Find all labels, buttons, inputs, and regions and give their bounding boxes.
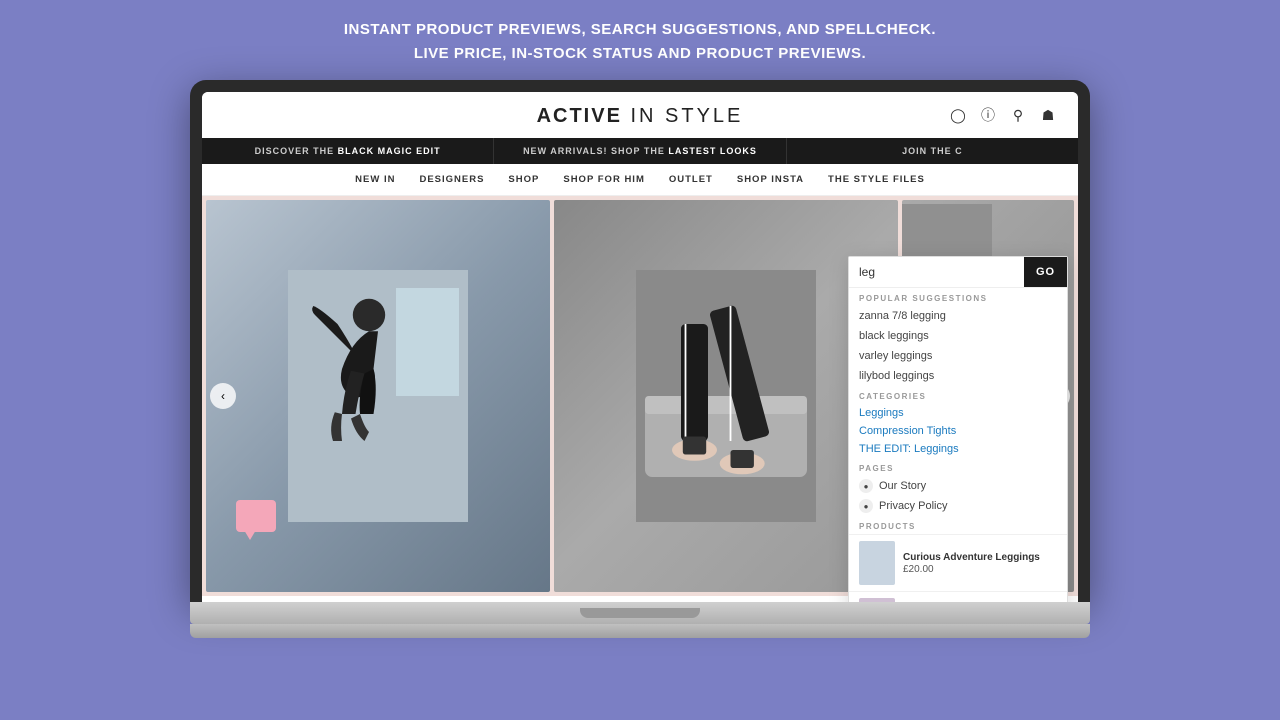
nav-designers[interactable]: DESIGNERS: [419, 174, 484, 185]
help-icon[interactable]: ⓘ: [978, 105, 998, 125]
promo-item-3[interactable]: JOIN THE C: [787, 138, 1078, 164]
page-icon-2: ●: [859, 499, 873, 513]
nav-shop[interactable]: SHOP: [508, 174, 539, 185]
laptop-notch: [580, 608, 700, 618]
pages-label: PAGES: [849, 458, 1067, 476]
account-icon[interactable]: ◯: [948, 105, 968, 125]
nav-shop-for-him[interactable]: SHOP FOR HIM: [563, 174, 645, 185]
page-2-label: Privacy Policy: [879, 500, 947, 512]
nav-style-files[interactable]: THE STYLE FILES: [828, 174, 925, 185]
page-icon-1: ●: [859, 479, 873, 493]
headline-block: INSTANT PRODUCT PREVIEWS, SEARCH SUGGEST…: [324, 0, 956, 80]
category-3[interactable]: THE EDIT: Leggings: [849, 440, 1067, 458]
site-header: ACTIVE IN STYLE ◯ ⓘ ⚲ ☗: [202, 92, 1078, 138]
arrow-left[interactable]: ‹: [210, 383, 236, 409]
hero-image-1: [206, 200, 550, 592]
promo-item-1[interactable]: DISCOVER THE BLACK MAGIC EDIT: [202, 138, 494, 164]
category-1[interactable]: Leggings: [849, 404, 1067, 422]
nav-outlet[interactable]: OUTLET: [669, 174, 713, 185]
product-price-1: £20.00: [903, 564, 1040, 575]
categories-label: CATEGORIES: [849, 386, 1067, 404]
suggestion-2[interactable]: black leggings: [849, 326, 1067, 346]
product-thumb-1: [859, 541, 895, 585]
product-thumb-2: [859, 598, 895, 602]
laptop-mockup: ACTIVE IN STYLE ◯ ⓘ ⚲ ☗ DISCOVER THE BLA…: [190, 80, 1090, 638]
promo-item-2[interactable]: NEW ARRIVALS! SHOP THE LASTEST LOOKS: [494, 138, 786, 164]
headline-line1: INSTANT PRODUCT PREVIEWS, SEARCH SUGGEST…: [344, 18, 936, 42]
nav-new-in[interactable]: NEW IN: [355, 174, 395, 185]
header-icons: ◯ ⓘ ⚲ ☗: [948, 105, 1058, 125]
suggestion-1[interactable]: zanna 7/8 legging: [849, 306, 1067, 326]
suggestion-3[interactable]: varley leggings: [849, 346, 1067, 366]
figure-svg-1: [288, 266, 468, 526]
hero-image-2: [554, 200, 898, 592]
figure-svg-2: [636, 266, 816, 526]
promo-highlight-1: BLACK MAGIC EDIT: [338, 146, 441, 156]
laptop-outer: ACTIVE IN STYLE ◯ ⓘ ⚲ ☗ DISCOVER THE BLA…: [190, 80, 1090, 602]
laptop-base: [190, 602, 1090, 624]
product-item-2[interactable]: Petite Etoile Compression Midi £89.00: [849, 591, 1067, 602]
cart-icon[interactable]: ☗: [1038, 105, 1058, 125]
product-info-1: Curious Adventure Leggings £20.00: [903, 551, 1040, 575]
category-2[interactable]: Compression Tights: [849, 422, 1067, 440]
search-dropdown: GO POPULAR SUGGESTIONS zanna 7/8 legging…: [848, 256, 1068, 602]
main-nav: NEW IN DESIGNERS SHOP SHOP FOR HIM OUTLE…: [202, 164, 1078, 196]
products-label: PRODUCTS: [849, 516, 1067, 534]
suggestion-4[interactable]: lilybod leggings: [849, 366, 1067, 386]
site-logo: ACTIVE IN STYLE: [537, 102, 744, 128]
promo-highlight-2: LASTEST LOOKS: [668, 146, 757, 156]
laptop-screen: ACTIVE IN STYLE ◯ ⓘ ⚲ ☗ DISCOVER THE BLA…: [202, 92, 1078, 602]
product-item-1[interactable]: Curious Adventure Leggings £20.00: [849, 534, 1067, 591]
search-icon[interactable]: ⚲: [1008, 105, 1028, 125]
popular-suggestions-label: POPULAR SUGGESTIONS: [849, 288, 1067, 306]
hero-section: ‹ › GO POPULAR SUGGESTIONS zanna 7/8 leg…: [202, 196, 1078, 596]
chat-bubble: [236, 500, 276, 532]
nav-shop-insta[interactable]: SHOP INSTA: [737, 174, 804, 185]
search-input-row: GO: [849, 257, 1067, 288]
search-input[interactable]: [849, 257, 1024, 287]
page-1[interactable]: ● Our Story: [849, 476, 1067, 496]
logo-thin: IN STYLE: [622, 105, 743, 127]
promo-items: DISCOVER THE BLACK MAGIC EDIT NEW ARRIVA…: [202, 138, 1078, 164]
laptop-foot: [190, 624, 1090, 638]
page-2[interactable]: ● Privacy Policy: [849, 496, 1067, 516]
search-go-button[interactable]: GO: [1024, 257, 1067, 287]
logo-bold: ACTIVE: [537, 105, 622, 127]
product-name-1: Curious Adventure Leggings: [903, 551, 1040, 564]
promo-bar: DISCOVER THE BLACK MAGIC EDIT NEW ARRIVA…: [202, 138, 1078, 164]
headline-line2: LIVE PRICE, IN-STOCK STATUS AND PRODUCT …: [344, 42, 936, 66]
page-1-label: Our Story: [879, 480, 926, 492]
